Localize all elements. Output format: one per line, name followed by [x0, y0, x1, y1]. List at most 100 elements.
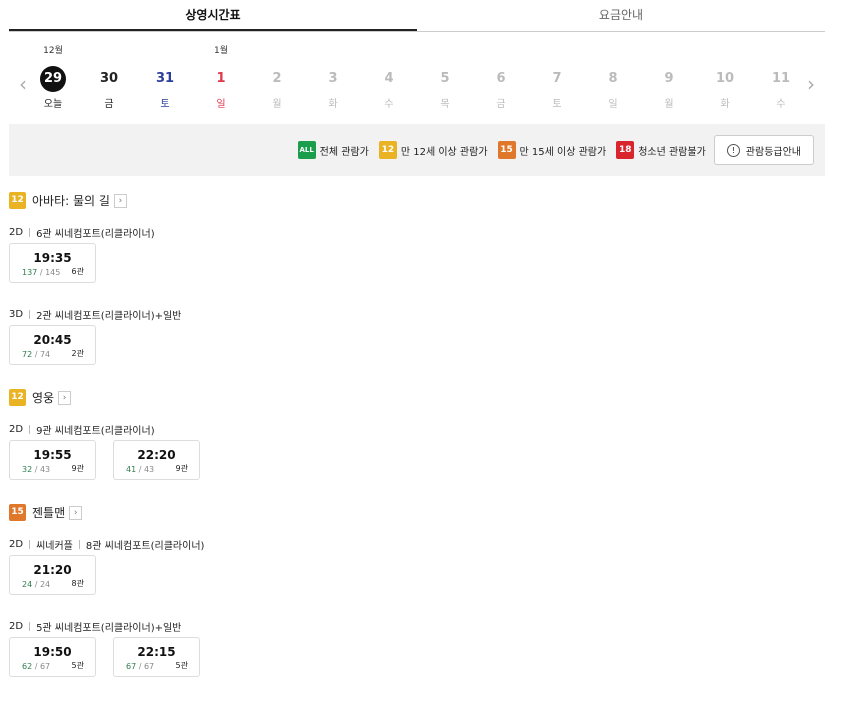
rating-info-button[interactable]: ! 관람등급안내 — [713, 135, 814, 165]
seat-availability: 62 / 67 — [22, 662, 50, 671]
showtime-button[interactable]: 19:35 137 / 145 6관 — [9, 243, 96, 283]
date-weekday: 화 — [720, 99, 730, 110]
movie-title-text[interactable]: 영웅 — [32, 389, 54, 406]
tab-pricing[interactable]: 요금안내 — [417, 0, 825, 31]
chevron-right-icon[interactable]: › — [58, 390, 72, 405]
rating-all-badge-icon: ALL — [297, 141, 316, 159]
rating-legend-bar: ALL 전체 관람가 12 만 12세 이상 관람가 15 만 15세 이상 관람가 18 청… — [9, 124, 825, 176]
date-item[interactable]: 10 화 — [705, 44, 745, 112]
rating-12-badge-icon: 12 — [9, 192, 26, 209]
date-month-label: 12월 — [43, 46, 63, 56]
date-item[interactable]: 2월 — [257, 44, 297, 112]
date-month-label — [425, 44, 465, 58]
showtime-time: 19:35 — [33, 251, 72, 265]
date-number: 1 — [216, 71, 226, 86]
date-weekday: 월 — [272, 99, 282, 110]
seat-availability: 67 / 67 — [126, 662, 154, 671]
date-weekday: 화 — [328, 99, 338, 110]
showtime-time: 22:20 — [137, 448, 176, 462]
screening-info: 2D 9관 씨네컴포트(리클라이너) — [9, 422, 155, 437]
seats-total: / 43 — [32, 465, 51, 474]
rating-legend-label: 청소년 관람불가 — [638, 146, 706, 158]
date-number: 29 — [40, 66, 66, 92]
date-month-label — [257, 44, 297, 58]
movie-title-text[interactable]: 아바타: 물의 길 — [32, 192, 110, 209]
movie-title-text[interactable]: 젠틀맨 — [32, 504, 65, 521]
rating-15-badge-icon: 15 — [497, 141, 516, 159]
screening-info: 2D 5관 씨네컴포트(리클라이너)+일반 — [9, 619, 181, 634]
next-date-arrow-icon[interactable]: › — [803, 74, 819, 94]
showtime-button[interactable]: 22:20 41 / 43 9관 — [113, 440, 200, 480]
chevron-right-icon[interactable]: › — [69, 505, 83, 520]
rating-15-badge-icon: 15 — [9, 504, 26, 521]
date-month-label — [481, 44, 521, 58]
date-item[interactable]: 8일 — [593, 44, 633, 112]
date-number: 5 — [440, 71, 450, 86]
screening-info: 2D 6관 씨네컴포트(리클라이너) — [9, 225, 155, 240]
rating-legend-label: 만 12세 이상 관람가 — [400, 146, 488, 158]
date-weekday: 금 — [104, 99, 114, 110]
date-weekday: 수 — [384, 99, 394, 110]
seat-availability: 72 / 74 — [22, 350, 50, 359]
seats-available: 137 — [22, 268, 38, 277]
date-number: 6 — [496, 71, 506, 86]
prev-date-arrow-icon[interactable]: ‹ — [15, 74, 31, 94]
date-item[interactable]: 3화 — [313, 44, 353, 112]
tab-showtimes[interactable]: 상영시간표 — [9, 0, 417, 31]
showtime-hall: 6관 — [71, 267, 84, 276]
screening-hall-name: 9관 씨네컴포트(리클라이너) — [36, 426, 155, 437]
date-item[interactable]: 4수 — [369, 44, 409, 112]
date-weekday: 목 — [440, 99, 450, 110]
date-month-label: 1월 — [213, 46, 228, 56]
seats-total: / 67 — [136, 662, 155, 671]
date-number: 3 — [328, 71, 338, 86]
date-item[interactable]: 7토 — [537, 44, 577, 112]
screening-format: 2D — [9, 539, 24, 550]
chevron-right-icon[interactable]: › — [113, 193, 127, 208]
showtime-button[interactable]: 19:55 32 / 43 9관 — [9, 440, 96, 480]
divider — [29, 228, 31, 237]
rating-legend-item: 18 청소년 관람불가 — [616, 141, 706, 159]
rating-legend-item: 12 만 12세 이상 관람가 — [378, 141, 488, 159]
divider — [29, 425, 31, 434]
date-month-label — [145, 44, 185, 58]
divider — [78, 540, 80, 549]
date-item[interactable]: 12월 29 오늘 — [33, 44, 73, 112]
seats-available: 24 — [22, 580, 33, 589]
date-month-label — [89, 44, 129, 58]
rating-legend-label: 전체 관람가 — [319, 146, 369, 158]
rating-legend-item: ALL 전체 관람가 — [297, 141, 369, 159]
rating-legend-item: 15 만 15세 이상 관람가 — [497, 141, 607, 159]
date-item[interactable]: 11 수 — [761, 44, 801, 112]
date-selector: ‹ › 12월 29 오늘 30 금 31 토 1월 1 일 2 월 3 화 4 수 5 목 6 금 7 토 8 일 9 월 10 화… — [9, 44, 825, 118]
showtime-button[interactable]: 19:50 62 / 67 5관 — [9, 637, 96, 677]
seats-available: 32 — [22, 465, 33, 474]
date-month-label — [537, 44, 577, 58]
showtime-hall: 9관 — [71, 464, 84, 473]
date-number: 9 — [664, 71, 674, 86]
date-item[interactable]: 31 토 — [145, 44, 185, 112]
movie-title: 15 젠틀맨 › — [9, 504, 83, 521]
showtime-time: 22:15 — [137, 645, 176, 659]
showtime-button[interactable]: 20:45 72 / 74 2관 — [9, 325, 96, 365]
date-item[interactable]: 9월 — [649, 44, 689, 112]
showtime-time: 19:55 — [33, 448, 72, 462]
seat-availability: 41 / 43 — [126, 465, 154, 474]
date-item[interactable]: 30 금 — [89, 44, 129, 112]
showtime-button[interactable]: 22:15 67 / 67 5관 — [113, 637, 200, 677]
screening-hall-name: 씨네커플 — [36, 541, 73, 552]
date-weekday: 토 — [552, 99, 562, 110]
date-number: 4 — [384, 71, 394, 86]
showtime-time: 20:45 — [33, 333, 72, 347]
date-number: 7 — [552, 71, 562, 86]
rating-legend-label: 만 15세 이상 관람가 — [519, 146, 607, 158]
date-item[interactable]: 5목 — [425, 44, 465, 112]
date-item[interactable]: 1월 1 일 — [201, 44, 241, 112]
showtime-hall: 5관 — [175, 661, 188, 670]
showtime-button[interactable]: 21:20 24 / 24 8관 — [9, 555, 96, 595]
showtime-hall: 9관 — [175, 464, 188, 473]
rating-18-badge-icon: 18 — [616, 141, 635, 159]
date-month-label — [649, 44, 689, 58]
date-month-label — [761, 44, 801, 58]
date-item[interactable]: 6금 — [481, 44, 521, 112]
